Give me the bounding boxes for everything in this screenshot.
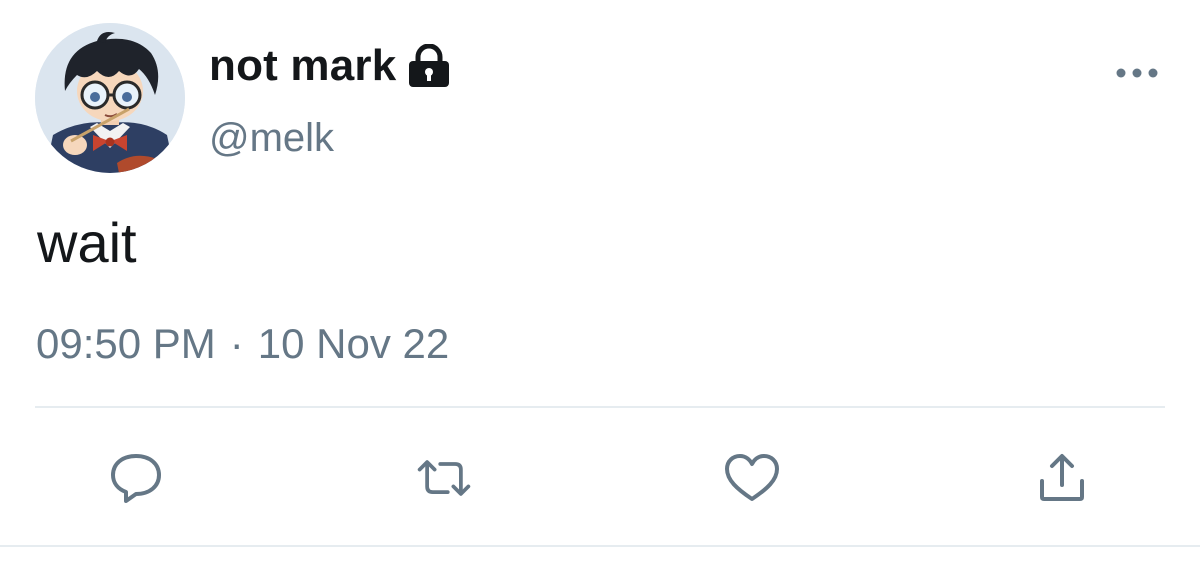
bottom-divider: [0, 545, 1200, 547]
more-options-button[interactable]: [1112, 58, 1162, 88]
avatar-image: [35, 23, 185, 173]
timestamp-separator: ·: [229, 320, 244, 367]
tweet-time: 09:50 PM: [36, 320, 216, 367]
like-button[interactable]: [722, 448, 782, 508]
more-dots-icon: [1116, 68, 1158, 78]
share-button[interactable]: [1032, 448, 1092, 508]
avatar[interactable]: [35, 23, 185, 173]
retweet-arrows-icon: [417, 460, 471, 496]
divider: [35, 406, 1165, 408]
tweet-card: not mark @melk wait 09:50 PM · 10 Nov 22: [0, 0, 1200, 565]
display-name-row: not mark: [209, 38, 452, 94]
heart-outline-icon: [725, 454, 779, 501]
retweet-button[interactable]: [414, 448, 474, 508]
display-name[interactable]: not mark: [209, 41, 396, 91]
reply-button[interactable]: [106, 448, 166, 508]
user-handle[interactable]: @melk: [209, 116, 334, 161]
lock-icon: [406, 43, 452, 88]
upload-share-icon: [1040, 454, 1084, 501]
tweet-date: 10 Nov 22: [257, 320, 450, 367]
tweet-text: wait: [37, 211, 137, 274]
timestamp[interactable]: 09:50 PM · 10 Nov 22: [36, 320, 449, 368]
speech-bubble-icon: [111, 454, 161, 503]
